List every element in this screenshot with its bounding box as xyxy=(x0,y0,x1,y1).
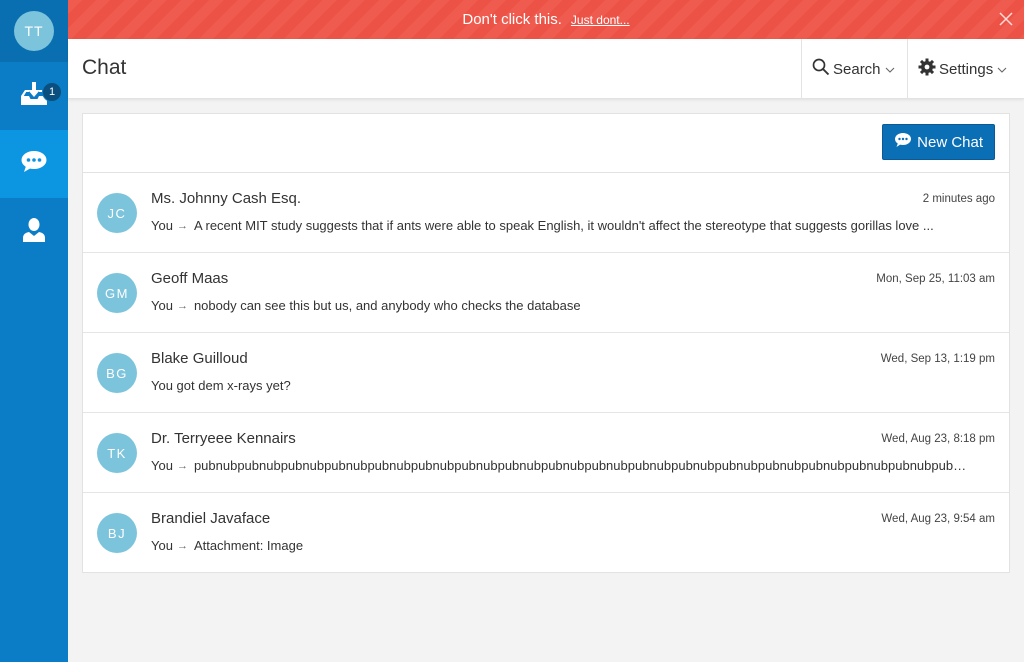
timestamp: Wed, Aug 23, 8:18 pm xyxy=(881,433,995,445)
user-avatar-container: TT xyxy=(0,0,68,62)
avatar: BJ xyxy=(97,513,137,553)
conversation-row[interactable]: BG Blake Guilloud Wed, Sep 13, 1:19 pm Y… xyxy=(83,333,1009,413)
contact-name: Dr. Terryeee Kennairs xyxy=(151,430,296,447)
message-preview: You → Attachment: Image xyxy=(151,538,973,553)
arrow-right-icon: → xyxy=(176,539,188,552)
message-text: You got dem x-rays yet? xyxy=(151,378,291,393)
contact-name: Blake Guilloud xyxy=(151,350,248,367)
avatar: BG xyxy=(97,353,137,393)
sidebar-item-chat[interactable] xyxy=(0,130,68,198)
page-header: Chat Search Settings xyxy=(68,39,1024,99)
search-icon xyxy=(812,58,833,80)
sender-label: You xyxy=(151,538,173,553)
arrow-right-icon: → xyxy=(176,459,188,472)
contact-name: Geoff Maas xyxy=(151,270,229,287)
contact-name: Brandiel Javaface xyxy=(151,510,271,527)
new-chat-button[interactable]: New Chat xyxy=(882,124,995,160)
chat-bubble-icon xyxy=(20,150,48,179)
timestamp: Wed, Aug 23, 9:54 am xyxy=(881,513,995,525)
message-preview: You → A recent MIT study suggests that i… xyxy=(151,218,973,233)
message-text: pubnubpubnubpubnubpubnubpubnubpubnubpubn… xyxy=(193,458,973,473)
chevron-down-icon xyxy=(997,61,1010,78)
new-chat-label: New Chat xyxy=(917,133,983,151)
avatar: GM xyxy=(97,273,137,313)
inbox-badge: 1 xyxy=(42,82,62,102)
timestamp: Wed, Sep 13, 1:19 pm xyxy=(880,353,995,365)
message-preview: You → nobody can see this but us, and an… xyxy=(151,298,973,313)
conversation-row[interactable]: BJ Brandiel Javaface Wed, Aug 23, 9:54 a… xyxy=(83,493,1009,573)
sidebar: TT 1 xyxy=(0,0,68,662)
timestamp: 2 minutes ago xyxy=(922,193,995,205)
settings-button[interactable]: Settings xyxy=(907,39,1024,99)
user-avatar[interactable]: TT xyxy=(14,11,54,51)
conversation-row[interactable]: GM Geoff Maas Mon, Sep 25, 11:03 am You … xyxy=(83,253,1009,333)
arrow-right-icon: → xyxy=(176,299,188,312)
alert-link[interactable]: Just dont... xyxy=(571,13,630,27)
chevron-down-icon xyxy=(885,61,898,78)
conversation-row[interactable]: TK Dr. Terryeee Kennairs Wed, Aug 23, 8:… xyxy=(83,413,1009,493)
message-preview: You → pubnubpubnubpubnubpubnubpubnubpubn… xyxy=(151,458,973,473)
message-preview: You got dem x-rays yet? xyxy=(151,378,973,393)
settings-label: Settings xyxy=(939,60,994,78)
sender-label: You xyxy=(151,458,173,473)
timestamp: Mon, Sep 25, 11:03 am xyxy=(876,273,995,285)
page-title: Chat xyxy=(82,56,127,79)
arrow-right-icon: → xyxy=(176,219,188,232)
chat-bubble-icon xyxy=(894,132,917,152)
search-label: Search xyxy=(833,60,881,78)
alert-message: Don't click this. xyxy=(462,11,562,28)
alert-banner: Don't click this. Just dont... xyxy=(68,0,1024,39)
close-icon[interactable] xyxy=(998,11,1014,27)
sender-label: You xyxy=(151,298,173,313)
gear-icon xyxy=(918,58,939,80)
contact-name: Ms. Johnny Cash Esq. xyxy=(151,190,302,207)
sidebar-item-profile[interactable] xyxy=(0,198,68,266)
chat-list-panel: New Chat JC Ms. Johnny Cash Esq. 2 minut… xyxy=(82,113,1010,573)
sender-label: You xyxy=(151,218,173,233)
message-text: A recent MIT study suggests that if ants… xyxy=(193,218,934,233)
avatar: JC xyxy=(97,193,137,233)
chat-toolbar: New Chat xyxy=(83,114,1009,173)
search-button[interactable]: Search xyxy=(801,39,907,99)
sidebar-item-inbox[interactable]: 1 xyxy=(0,62,68,130)
avatar: TK xyxy=(97,433,137,473)
message-text: nobody can see this but us, and anybody … xyxy=(193,298,581,313)
conversation-row[interactable]: JC Ms. Johnny Cash Esq. 2 minutes ago Yo… xyxy=(83,173,1009,253)
message-text: Attachment: Image xyxy=(193,538,304,553)
user-icon xyxy=(22,217,46,248)
